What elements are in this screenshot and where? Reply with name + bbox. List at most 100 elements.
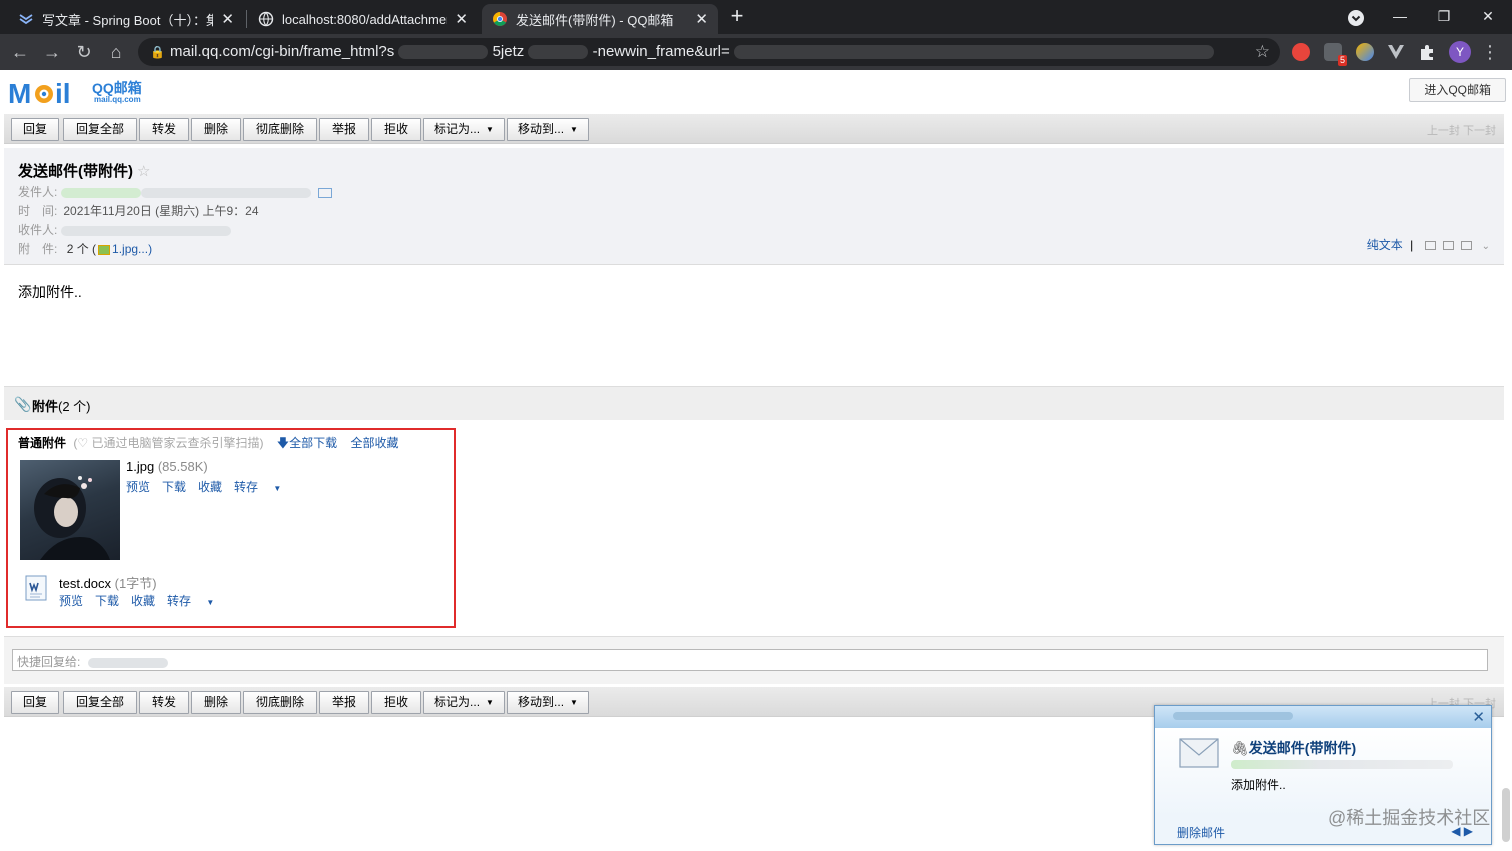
reply-all-button[interactable]: 回复全部 (63, 118, 137, 141)
report-button[interactable]: 举报 (319, 691, 369, 714)
minimize-icon[interactable]: — (1378, 0, 1422, 34)
attachments-header: 📎 附件(2 个) (4, 386, 1504, 420)
notification-snippet: 添加附件.. (1231, 778, 1286, 792)
mail-body: 添加附件.. (18, 284, 82, 300)
scan-note: (♡ 已通过电脑管家云查杀引擎扫描) (73, 436, 264, 450)
expand-chevron-icon[interactable]: ⌄ (1482, 241, 1490, 252)
download-link[interactable]: 下载 (162, 480, 186, 494)
quick-reply-placeholder: 快捷回复给: (17, 655, 81, 669)
window-view-icon[interactable] (1424, 241, 1436, 251)
forward-button[interactable]: 转发 (139, 118, 189, 141)
print-icon[interactable] (1461, 241, 1473, 251)
notification-close-icon[interactable]: ✕ (1472, 708, 1485, 726)
title-redacted (1173, 712, 1293, 720)
maximize-icon[interactable]: ❐ (1422, 0, 1466, 34)
forward-button[interactable]: 转发 (139, 691, 189, 714)
transfer-dropdown[interactable]: 转存 ▼ (234, 480, 293, 494)
globe-icon (258, 11, 274, 27)
new-tab-button[interactable]: + (726, 4, 748, 30)
sender-redacted (60, 187, 141, 198)
reply-button[interactable]: 回复 (11, 691, 59, 714)
reject-button[interactable]: 拒收 (371, 691, 421, 714)
tab-qq-mail[interactable]: 发送邮件(带附件) - QQ邮箱 ✕ (482, 4, 718, 34)
enter-qq-mail-button[interactable]: 进入QQ邮箱 (1409, 78, 1506, 102)
scrollbar-thumb[interactable] (1502, 788, 1510, 842)
action-bar-top: 回复 回复全部 转发 删除 彻底删除 举报 拒收 标记为... ▼ 移动到... ▼… (4, 114, 1504, 144)
caret-down-icon: ▼ (273, 484, 282, 493)
save-link[interactable]: 收藏 (198, 480, 222, 494)
download-all-link[interactable]: 全部下载 (289, 436, 337, 450)
reply-all-button[interactable]: 回复全部 (63, 691, 137, 714)
mark-as-dropdown[interactable]: 标记为... ▼ (423, 691, 505, 714)
caret-down-icon: ▼ (570, 125, 578, 135)
puzzle-extensions-icon[interactable] (1418, 43, 1436, 61)
home-icon[interactable]: ⌂ (104, 40, 128, 64)
vue-extension-icon[interactable] (1387, 43, 1405, 61)
preview-link[interactable]: 预览 (126, 480, 150, 494)
url-text: mail.qq.com/cgi-bin/frame_html?s (170, 43, 395, 60)
bookmark-star-icon[interactable]: ☆ (1255, 38, 1270, 66)
report-button[interactable]: 举报 (319, 118, 369, 141)
more-menu-icon[interactable]: ⋮ (1478, 40, 1502, 64)
transfer-label: 转存 (234, 480, 259, 494)
delete-permanently-button[interactable]: 彻底删除 (243, 118, 317, 141)
monitor-extension-icon[interactable]: 5 (1324, 43, 1347, 66)
delete-mail-link[interactable]: 删除邮件 (1177, 824, 1225, 841)
time-label: 时 间: (18, 204, 58, 218)
weibo-extension-icon[interactable] (1292, 43, 1310, 61)
caret-down-icon: ▼ (206, 598, 215, 607)
extension-badge: 5 (1337, 55, 1347, 66)
move-to-label: 移动到... (518, 122, 565, 136)
delete-button[interactable]: 删除 (191, 691, 241, 714)
window-close-icon[interactable]: ✕ (1466, 0, 1510, 34)
tab-localhost[interactable]: localhost:8080/addAttachment ✕ (248, 4, 478, 34)
tab-title: localhost:8080/addAttachment (282, 11, 448, 27)
transfer-dropdown[interactable]: 转存 ▼ (167, 594, 226, 608)
tab-search-icon[interactable] (1347, 9, 1365, 27)
prev-next-pager[interactable]: 上一封 下一封 (1427, 122, 1496, 138)
back-arrow-icon[interactable]: ← (8, 40, 32, 64)
file-1-name[interactable]: 1.jpg (126, 459, 154, 474)
preview-link[interactable]: 预览 (59, 594, 83, 608)
chrome-icon (493, 12, 507, 26)
contact-card-icon[interactable] (318, 187, 333, 198)
url-text: 5jetz (492, 43, 525, 60)
browser-toolbar: ← → ↻ ⌂ 🔒 mail.qq.com/cgi-bin/frame_html… (0, 34, 1512, 70)
from-label: 发件人: (18, 185, 58, 199)
save-all-link[interactable]: 全部收藏 (351, 436, 399, 450)
split-view-icon[interactable] (1442, 241, 1454, 251)
reply-button[interactable]: 回复 (11, 118, 59, 141)
envelope-icon (1179, 738, 1219, 768)
plain-text-link[interactable]: 纯文本 (1367, 238, 1403, 252)
normal-attachments-label: 普通附件 (18, 436, 67, 450)
profile-avatar[interactable]: Y (1449, 41, 1471, 63)
download-link[interactable]: 下载 (95, 594, 119, 608)
color-extension-icon[interactable] (1356, 43, 1374, 61)
tab-csdn-article[interactable]: 写文章 - Spring Boot（十）：集 ✕ (8, 4, 244, 34)
delete-button[interactable]: 删除 (191, 118, 241, 141)
tab-close-icon[interactable]: ✕ (455, 10, 468, 28)
mark-as-dropdown[interactable]: 标记为... ▼ (423, 118, 505, 141)
quick-reply-input[interactable]: 快捷回复给: (12, 649, 1488, 671)
watermark: @稀土掘金技术社区 (1328, 808, 1491, 828)
notification-titlebar: ✕ (1155, 706, 1491, 728)
reject-button[interactable]: 拒收 (371, 118, 421, 141)
star-icon[interactable]: ☆ (137, 163, 150, 180)
image-file-icon (98, 244, 111, 255)
address-bar[interactable]: 🔒 mail.qq.com/cgi-bin/frame_html?s 5jetz… (138, 38, 1280, 66)
file-2-name[interactable]: test.docx (59, 576, 111, 591)
attachment-summary-link[interactable]: 1.jpg... (112, 242, 148, 256)
attachments-count: (2 个) (58, 399, 91, 414)
image-thumbnail[interactable] (20, 460, 120, 560)
notification-subject: 🖇发送邮件(带附件) (1231, 738, 1356, 758)
forward-arrow-icon[interactable]: → (40, 40, 64, 64)
tab-title: 发送邮件(带附件) - QQ邮箱 (516, 12, 674, 28)
save-link[interactable]: 收藏 (131, 594, 155, 608)
move-to-dropdown[interactable]: 移动到... ▼ (507, 691, 589, 714)
tab-close-icon[interactable]: ✕ (221, 10, 234, 28)
move-to-dropdown[interactable]: 移动到... ▼ (507, 118, 589, 141)
notification-body[interactable]: 🖇发送邮件(带附件) 添加附件.. (1155, 728, 1491, 816)
reload-icon[interactable]: ↻ (72, 40, 96, 64)
tab-close-icon[interactable]: ✕ (695, 10, 708, 28)
delete-permanently-button[interactable]: 彻底删除 (243, 691, 317, 714)
